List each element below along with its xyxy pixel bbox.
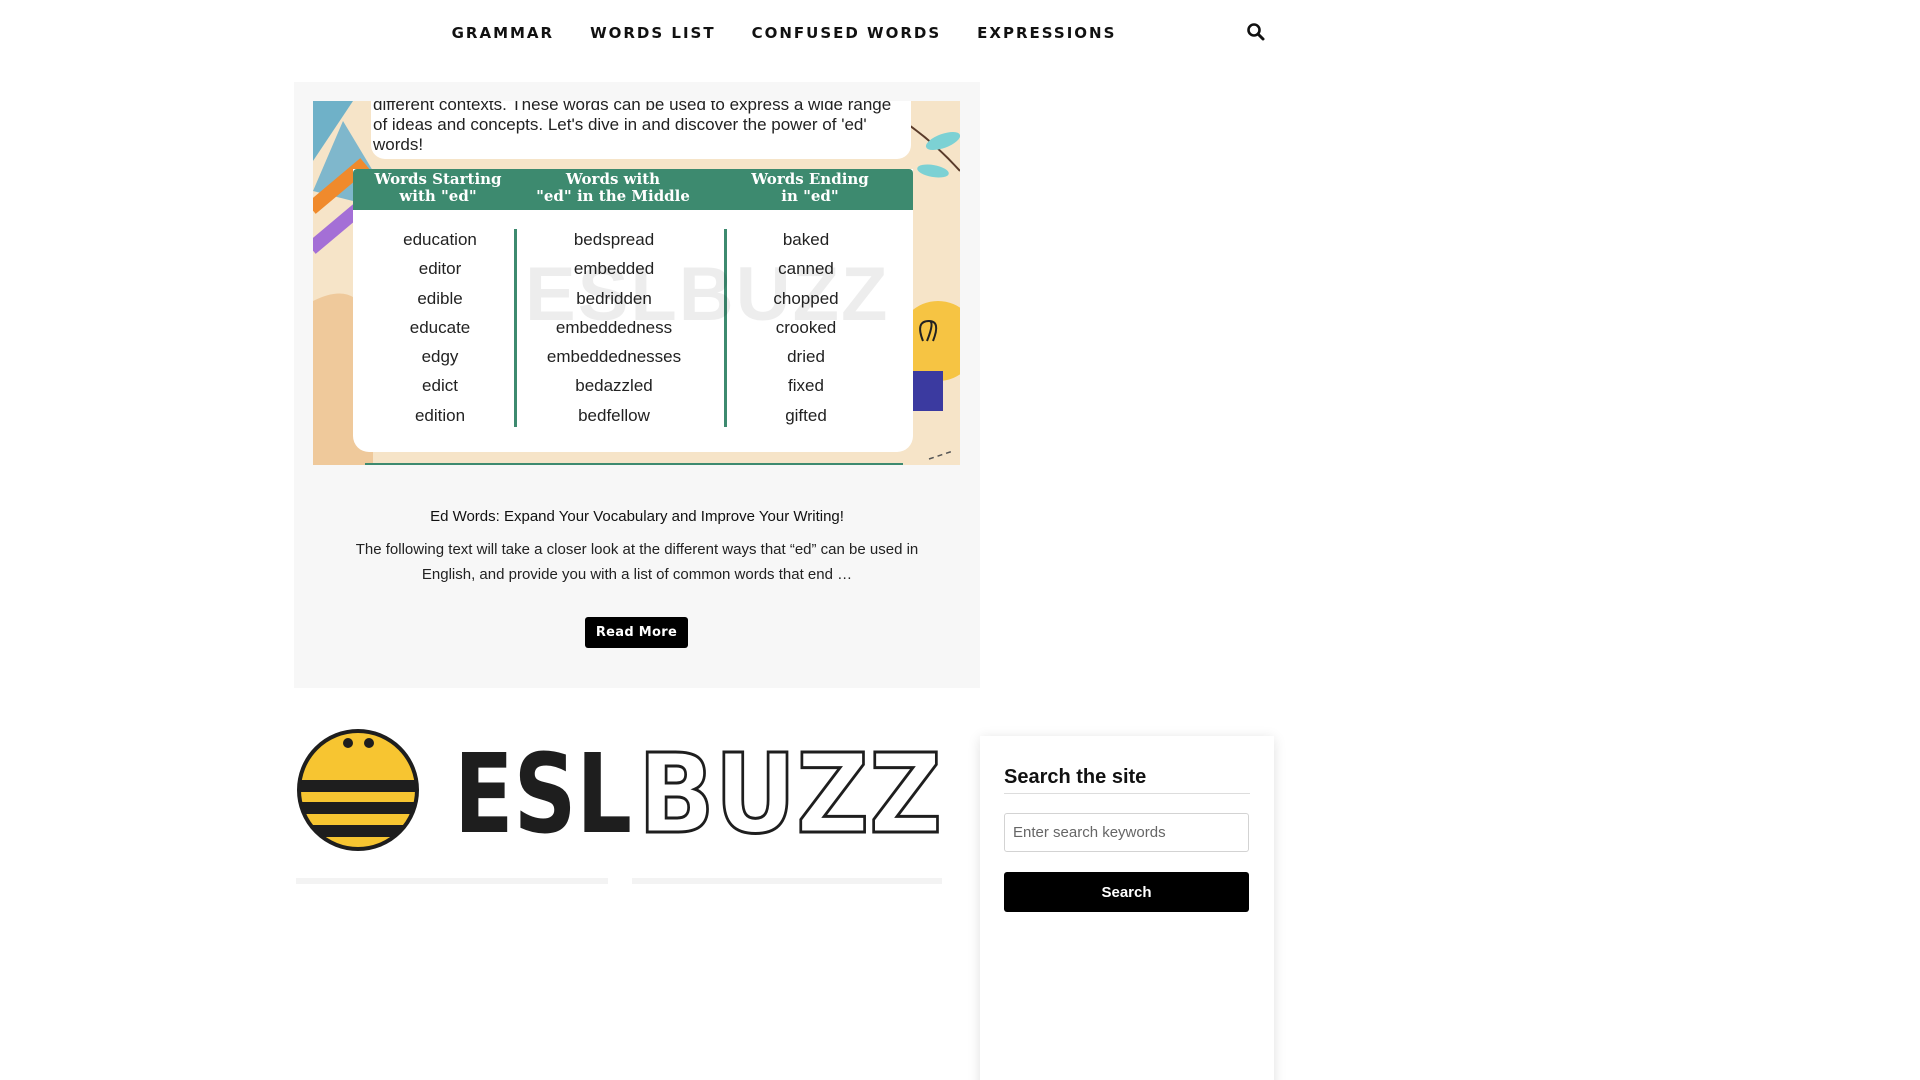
word: embeddednesses bbox=[546, 347, 682, 367]
word: bedazzled bbox=[575, 376, 653, 396]
word: gifted bbox=[785, 405, 827, 425]
sidebar-search-widget: Search the site Search bbox=[980, 736, 1274, 1080]
table-bottom-strip bbox=[365, 463, 903, 465]
column-words-starting: education editor edible educate edgy edi… bbox=[355, 225, 525, 430]
widget-title: Search the site bbox=[1004, 766, 1147, 788]
post-title[interactable]: Ed Words: Expand Your Vocabulary and Imp… bbox=[294, 508, 980, 525]
nav-item-expressions[interactable]: EXPRESSIONS bbox=[977, 24, 1116, 42]
intro-line: words! bbox=[373, 135, 424, 154]
word: educate bbox=[409, 317, 471, 337]
next-card-edge bbox=[632, 878, 942, 884]
word: dried bbox=[787, 347, 825, 367]
nav-item-grammar[interactable]: GRAMMAR bbox=[452, 24, 554, 42]
logo-text-buzz: BUZZ bbox=[638, 730, 942, 854]
watermark: ESLBUZZ bbox=[525, 252, 890, 337]
post-featured-image[interactable]: different contexts. These words can be u… bbox=[313, 101, 960, 465]
heading-line: "ed" in the Middle bbox=[536, 187, 690, 205]
word: education bbox=[403, 230, 477, 249]
heading-line: Words Ending bbox=[751, 170, 869, 188]
post-card: different contexts. These words can be u… bbox=[294, 82, 980, 688]
word: bedspread bbox=[573, 230, 655, 249]
nav-item-words-list[interactable]: WORDS LIST bbox=[590, 24, 716, 42]
word: fixed bbox=[788, 376, 824, 396]
heading-line: with "ed" bbox=[399, 187, 477, 205]
read-more-button[interactable]: Read More bbox=[585, 617, 688, 648]
logo-text-esl: ESL bbox=[454, 730, 632, 854]
column-heading-middle: Words with "ed" in the Middle bbox=[528, 171, 698, 205]
heading-line: Words Starting bbox=[374, 170, 502, 188]
word: baked bbox=[782, 230, 830, 249]
heading-line: Words with bbox=[565, 170, 661, 188]
intro-line: of ideas and concepts. Let's dive in and… bbox=[373, 115, 867, 134]
word: bedfellow bbox=[578, 405, 650, 425]
bee-logo-icon bbox=[297, 729, 419, 851]
intro-line: different contexts. These words can be u… bbox=[373, 101, 892, 114]
word: edict bbox=[422, 376, 458, 396]
top-navigation: GRAMMAR WORDS LIST CONFUSED WORDS EXPRES… bbox=[0, 0, 1920, 70]
infographic-intro: different contexts. These words can be u… bbox=[371, 101, 911, 159]
word: edible bbox=[417, 288, 463, 308]
next-card-edge bbox=[296, 878, 608, 884]
word: edgy bbox=[421, 347, 459, 367]
eslbuzz-logo[interactable]: ESL BUZZ bbox=[296, 728, 946, 860]
search-submit-button[interactable]: Search bbox=[1004, 872, 1249, 912]
column-heading-ending: Words Ending in "ed" bbox=[725, 171, 895, 205]
word: edition bbox=[414, 405, 466, 425]
widget-divider bbox=[1004, 793, 1250, 794]
search-icon[interactable] bbox=[1244, 20, 1268, 44]
nav-item-confused-words[interactable]: CONFUSED WORDS bbox=[752, 24, 942, 42]
post-excerpt: The following text will take a closer lo… bbox=[355, 541, 919, 583]
word: editor bbox=[418, 259, 462, 279]
table-header: Words Starting with "ed" Words with "ed"… bbox=[353, 169, 913, 210]
column-heading-starting: Words Starting with "ed" bbox=[353, 171, 523, 205]
heading-line: in "ed" bbox=[781, 187, 839, 205]
nav-menu: GRAMMAR WORDS LIST CONFUSED WORDS EXPRES… bbox=[0, 24, 1568, 42]
search-input[interactable] bbox=[1004, 813, 1249, 852]
column-divider bbox=[514, 229, 517, 427]
